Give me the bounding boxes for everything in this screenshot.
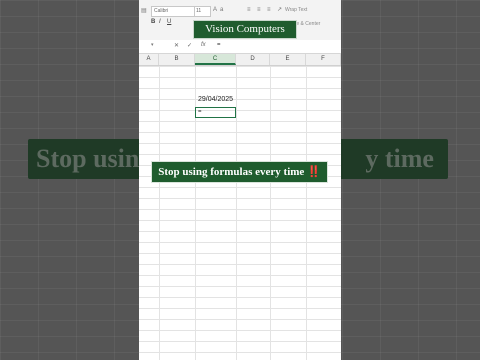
underline-button[interactable]: U (167, 19, 171, 25)
insert-function-button[interactable]: fx (201, 42, 206, 48)
italic-button[interactable]: I (159, 19, 161, 25)
active-cell[interactable]: = (195, 107, 236, 118)
cell-c-date[interactable]: 29/04/2025 (198, 96, 233, 103)
grow-font-icon[interactable]: A (213, 7, 217, 13)
channel-title-badge: Vision Computers (193, 20, 297, 39)
column-header-E[interactable]: E (270, 54, 306, 65)
cancel-button[interactable]: ✕ (174, 42, 179, 49)
name-box[interactable] (139, 42, 157, 51)
gridline (159, 66, 160, 360)
column-headers: A B C D E F (139, 54, 341, 66)
caption-text: Stop using formulas every time (158, 166, 305, 178)
orientation-icon[interactable]: ↗ (277, 6, 282, 13)
background-caption-right: y time (365, 144, 434, 173)
caption-overlay: Stop using formulas every time ‼️ (151, 161, 328, 183)
gridline (270, 66, 271, 360)
shrink-font-icon[interactable]: a (220, 7, 223, 13)
enter-button[interactable]: ✓ (187, 42, 192, 49)
font-name-select[interactable]: Calibri (151, 6, 195, 17)
name-box-dropdown-icon[interactable]: ▾ (151, 42, 154, 48)
formula-input[interactable]: = (217, 42, 221, 48)
align-bottom-icon[interactable]: ≡ (267, 7, 271, 13)
paste-icon[interactable]: ▤ (141, 7, 147, 14)
align-middle-icon[interactable]: ≡ (257, 7, 261, 13)
column-header-B[interactable]: B (159, 54, 195, 65)
double-exclamation-icon: ‼️ (307, 166, 321, 178)
gridline (306, 66, 307, 360)
gridline (236, 66, 237, 360)
column-header-F[interactable]: F (306, 54, 341, 65)
background-caption-left: Stop using (36, 144, 153, 173)
formula-bar: ▾ ✕ ✓ fx = (139, 40, 341, 54)
column-header-D[interactable]: D (236, 54, 270, 65)
column-header-C[interactable]: C (195, 54, 236, 65)
cell-grid[interactable] (139, 66, 341, 360)
bold-button[interactable]: B (151, 19, 155, 25)
background-alert-icon: ‼️ (440, 144, 448, 173)
column-header-A[interactable]: A (139, 54, 159, 65)
font-size-select[interactable]: 11 (194, 6, 211, 17)
wrap-text-button[interactable]: Wrap Text (285, 7, 307, 13)
align-top-icon[interactable]: ≡ (247, 7, 251, 13)
